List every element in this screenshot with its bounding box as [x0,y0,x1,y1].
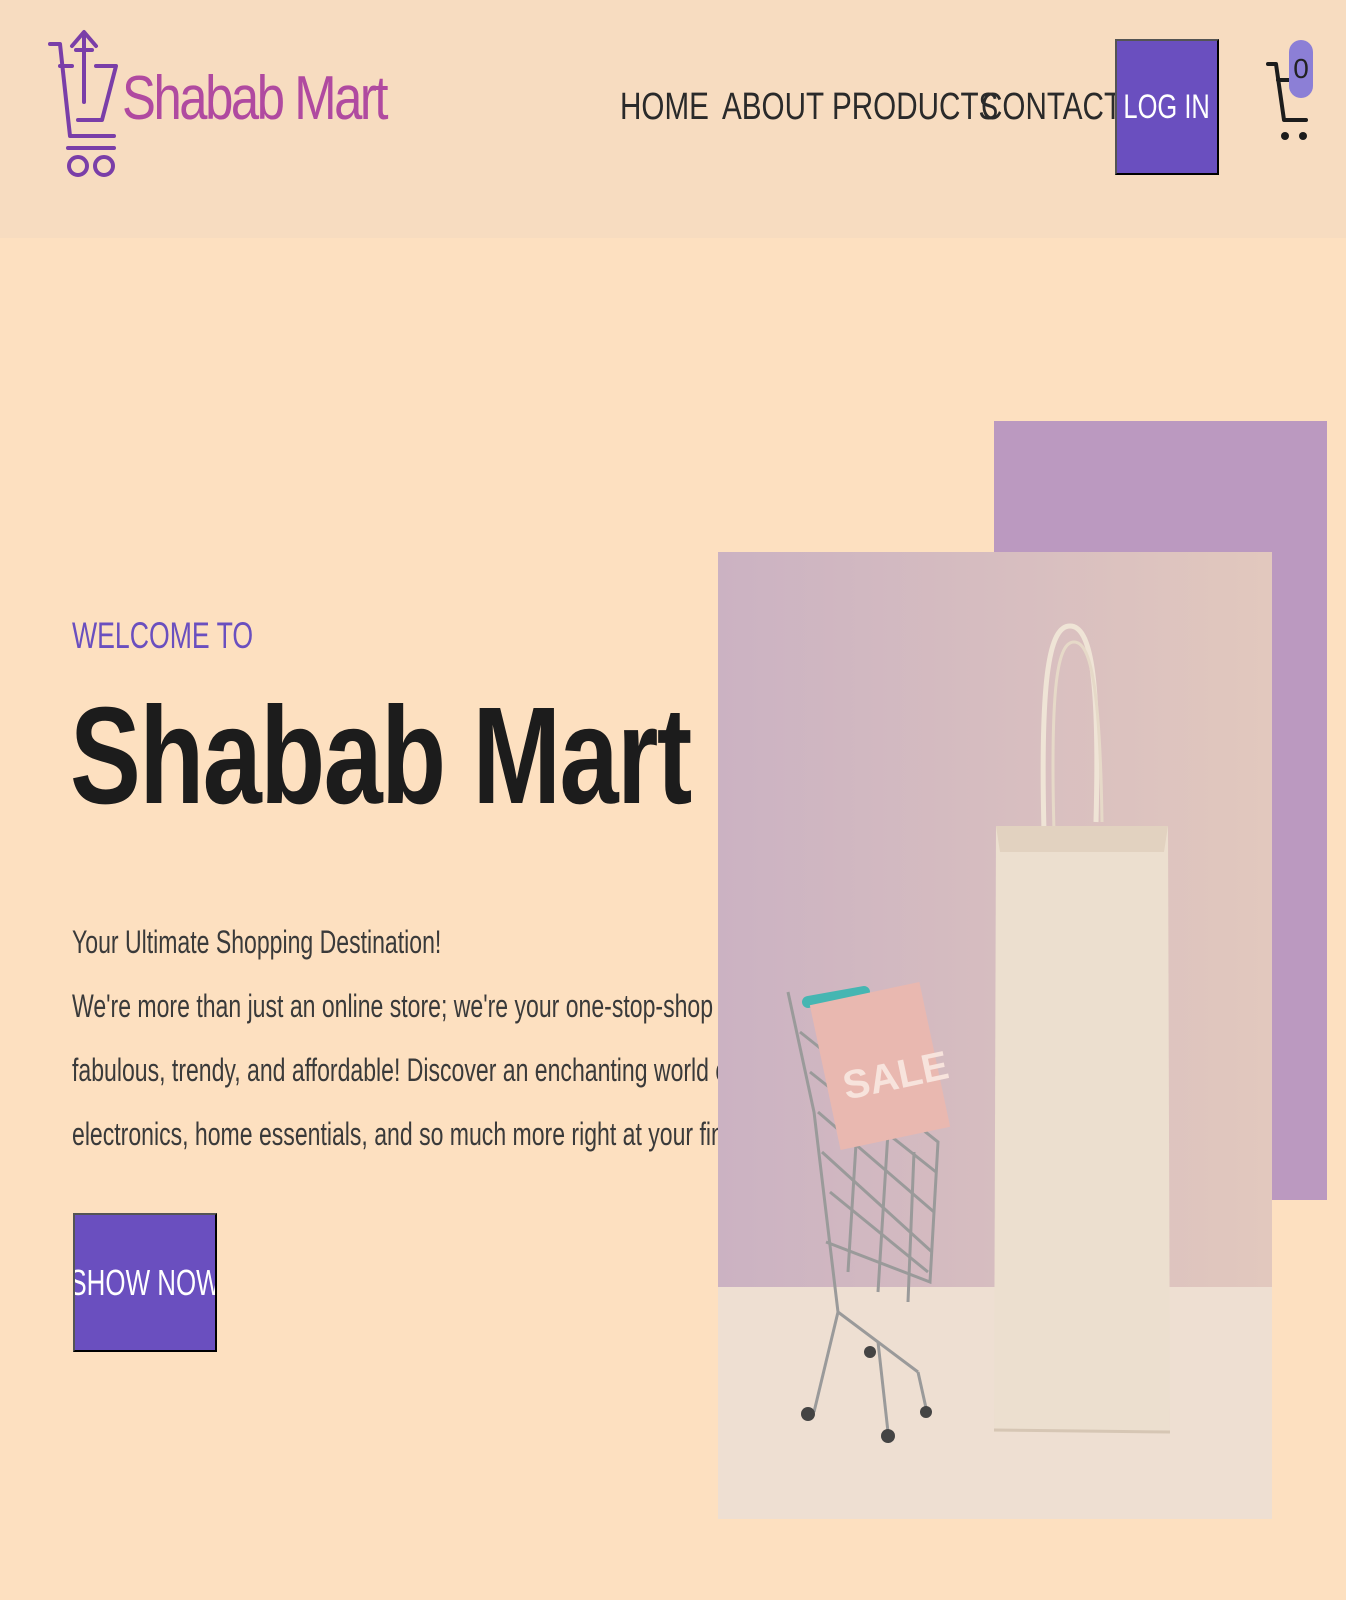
brand-name: Shabab Mart [122,64,389,133]
site-header: Shabab Mart HOME ABOUT PRODUCTS CONTACT … [0,0,1346,238]
hero-title: Shabab Mart [70,679,692,833]
nav-contact[interactable]: CONTACT [981,82,1122,132]
brand-logo[interactable]: Shabab Mart [44,16,389,186]
hero-line: electronics, home essentials, and so muc… [72,1116,800,1152]
show-now-button[interactable]: SHOW NOW [73,1213,217,1352]
hero-tagline: Your Ultimate Shopping Destination! [72,924,442,960]
login-button[interactable]: LOG IN [1115,39,1219,175]
hero-image: SALE [718,552,1272,1519]
hero-line: fabulous, trendy, and affordable! Discov… [72,1052,822,1088]
nav-home[interactable]: HOME [620,82,709,132]
hero-eyebrow: WELCOME TO [72,615,254,656]
nav-products[interactable]: PRODUCTS [832,82,998,132]
login-label: LOG IN [1123,87,1211,126]
hero-description: Your Ultimate Shopping Destination! We'r… [72,910,844,1166]
cart-count-badge: 0 [1289,40,1313,98]
cart-button[interactable]: 0 [1262,40,1322,146]
show-now-label: SHOW NOW [73,1261,217,1303]
nav-about[interactable]: ABOUT [722,82,824,132]
shopping-cart-upload-icon [48,30,118,177]
hero-line: We're more than just an online store; we… [72,988,844,1024]
